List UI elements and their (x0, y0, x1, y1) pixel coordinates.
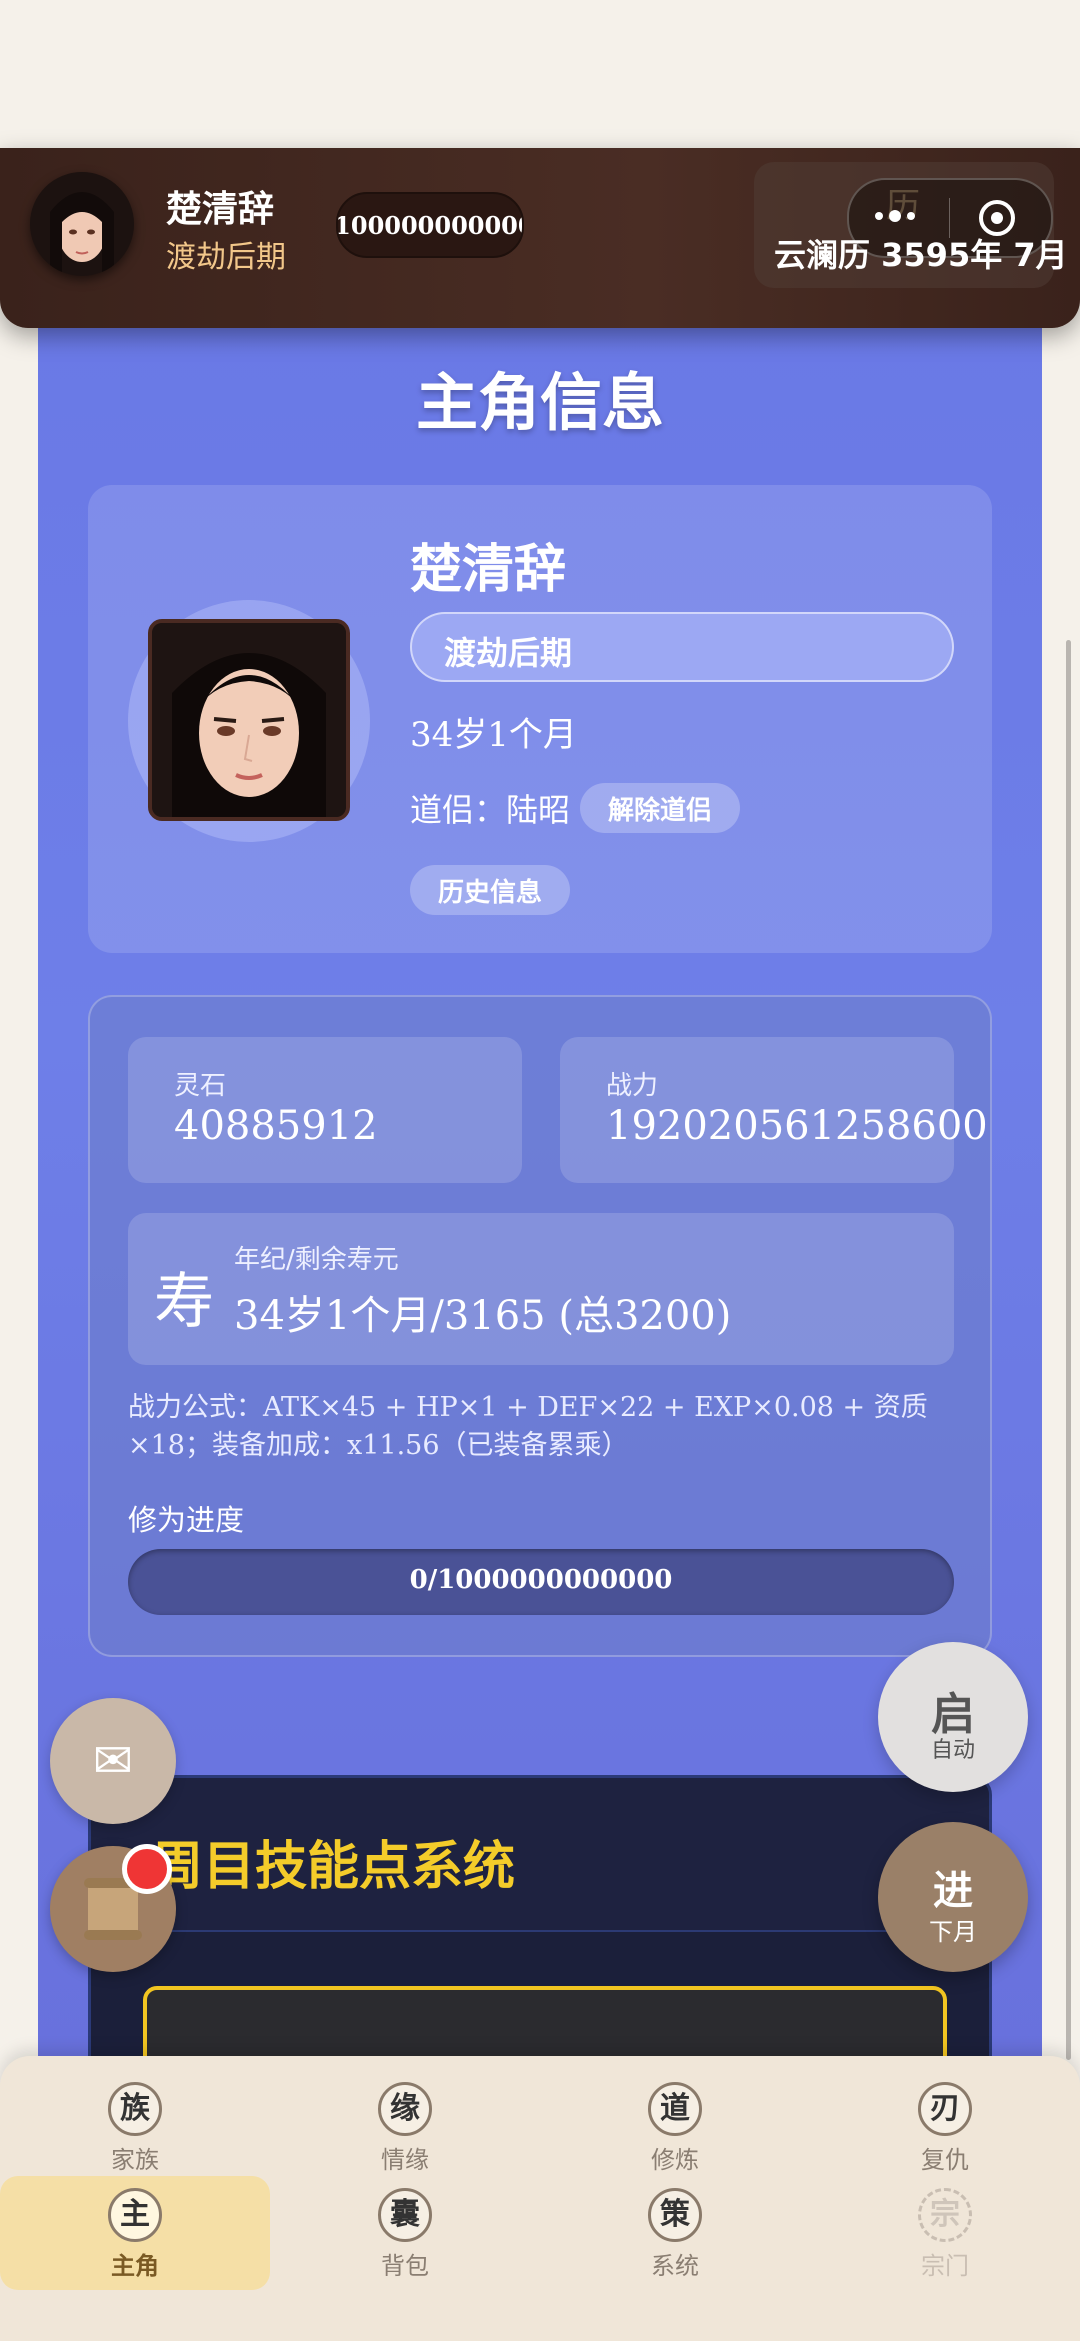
dissolve-partner-button[interactable]: 解除道侣 (580, 783, 740, 833)
lifespan-label: 年纪/剩余寿元 (234, 1245, 399, 1275)
nav-item-family[interactable]: 族 家族 (0, 2070, 270, 2184)
longevity-icon: 寿 (154, 1267, 214, 1337)
nav-label-hero: 主角 (111, 2252, 159, 2280)
nav-label-cultivate: 修炼 (651, 2146, 699, 2174)
bottom-navigation: 族 家族 缘 情缘 道 修炼 刃 复仇 主 主角 囊 背包 策 系统 宗 宗门 (0, 2056, 1080, 2341)
nav-item-romance[interactable]: 缘 情缘 (270, 2070, 540, 2184)
spirit-stone-label: 灵石 (174, 1071, 227, 1101)
next-glyph: 进 (933, 1868, 973, 1914)
combat-power-box: 战力 192020561258600 (560, 1037, 988, 1183)
hero-info-card: 主角信息 楚清辞 渡劫后期 34岁1个月 道侣：陆昭 解除道侣 历史信息 灵石 … (38, 320, 1042, 2175)
mail-button[interactable]: ✉ (50, 1698, 176, 1824)
revenge-icon: 刃 (918, 2082, 972, 2136)
realm-text: 渡劫后期 (444, 634, 573, 672)
lifespan-box: 寿 年纪/剩余寿元 34岁1个月/3165 (总3200) (128, 1213, 954, 1365)
spirit-stone-value: 40885912 (174, 1103, 378, 1149)
hero-icon: 主 (108, 2188, 162, 2242)
cultivation-progress-text: 0/1000000000000 (409, 1565, 673, 1595)
hero-name: 楚清辞 (410, 540, 567, 600)
auto-button[interactable]: 启 自动 (878, 1642, 1028, 1792)
nav-item-revenge[interactable]: 刃 复仇 (810, 2070, 1080, 2184)
partner-text: 道侣：陆昭 (410, 791, 571, 829)
game-date: 云澜历 3595年 7月 (774, 236, 1068, 274)
cultivate-icon: 道 (648, 2082, 702, 2136)
bag-icon: 囊 (378, 2188, 432, 2242)
combat-power-value: 192020561258600 (606, 1103, 988, 1149)
notification-dot (122, 1844, 172, 1894)
hero-portrait-image (152, 623, 346, 817)
scrollbar[interactable] (1066, 640, 1071, 2060)
player-avatar[interactable] (30, 172, 134, 276)
nav-label-revenge: 复仇 (921, 2146, 969, 2174)
next-month-button[interactable]: 进 下月 (878, 1822, 1028, 1972)
nav-label-romance: 情缘 (381, 2146, 429, 2174)
cultivation-progress-label: 修为进度 (128, 1503, 245, 1537)
scroll-icon (84, 1878, 142, 1940)
more-icon[interactable] (875, 210, 915, 222)
system-icon: 策 (648, 2188, 702, 2242)
sect-icon: 宗 (918, 2188, 972, 2242)
auto-label: 自动 (930, 1738, 975, 1763)
portrait-image (30, 172, 134, 276)
hero-avatar[interactable] (148, 619, 350, 821)
nav-item-cultivate[interactable]: 道 修炼 (540, 2070, 810, 2184)
skill-section-title: 周目技能点系统 (151, 1837, 516, 1897)
nav-label-system: 系统 (651, 2252, 699, 2280)
profile-panel: 楚清辞 渡劫后期 34岁1个月 道侣：陆昭 解除道侣 历史信息 (88, 485, 992, 953)
romance-icon: 缘 (378, 2082, 432, 2136)
mail-icon: ✉ (92, 1733, 134, 1789)
nav-label-bag: 背包 (381, 2252, 429, 2280)
nav-item-sect[interactable]: 宗 宗门 (810, 2176, 1080, 2290)
page-title: 主角信息 (415, 366, 664, 439)
nav-item-hero[interactable]: 主 主角 (0, 2176, 270, 2290)
skill-section-header[interactable]: 周目技能点系统 ∨ (91, 1778, 989, 1932)
header-exp-bar: 0/1000000000000 (336, 192, 524, 258)
combat-power-label: 战力 (606, 1071, 659, 1101)
lifespan-value: 34岁1个月/3165 (总3200) (234, 1293, 732, 1339)
nav-label-family: 家族 (111, 2146, 159, 2174)
nav-item-bag[interactable]: 囊 背包 (270, 2176, 540, 2290)
power-formula: 战力公式：ATK×45 + HP×1 + DEF×22 + EXP×0.08 +… (128, 1392, 928, 1461)
header-player-name: 楚清辞 (166, 189, 275, 230)
realm-badge: 渡劫后期 (410, 612, 954, 682)
stats-panel: 灵石 40885912 战力 192020561258600 寿 年纪/剩余寿元… (88, 995, 992, 1657)
header-exp-text: 0/1000000000000 (338, 210, 522, 240)
nav-label-sect: 宗门 (921, 2252, 969, 2280)
family-icon: 族 (108, 2082, 162, 2136)
nav-item-system[interactable]: 策 系统 (540, 2176, 810, 2290)
history-info-button[interactable]: 历史信息 (410, 865, 570, 915)
hero-age: 34岁1个月 (410, 715, 577, 755)
next-label: 下月 (929, 1918, 977, 1946)
cultivation-progress-bar: 0/1000000000000 (128, 1549, 954, 1615)
top-status-bar: 楚清辞 渡劫后期 0/1000000000000 历 云澜历 3595年 7月 (0, 148, 1080, 328)
spirit-stone-box: 灵石 40885912 (128, 1037, 522, 1183)
header-realm: 渡劫后期 (166, 240, 286, 275)
